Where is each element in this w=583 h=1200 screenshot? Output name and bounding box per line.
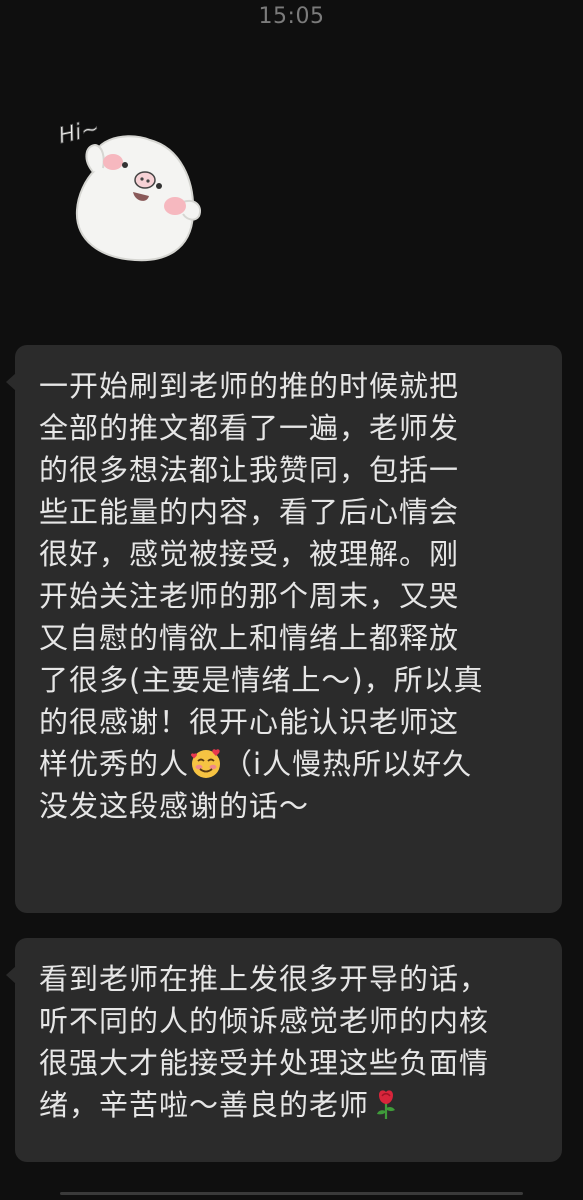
message-line: 没发这段感谢的话～: [39, 789, 310, 823]
chat-message-bubble[interactable]: 一开始刷到老师的推的时候就把 全部的推文都看了一遍，老师发 的很多想法都让我赞同…: [6, 345, 562, 913]
rose-icon: [377, 1090, 396, 1119]
message-line: 全部的推文都看了一遍，老师发: [39, 411, 460, 445]
message-line: 又自慰的情欲上和情绪上都释放: [39, 621, 460, 655]
message-line: 些正能量的内容，看了后心情会: [39, 495, 460, 529]
message-text: 绪，辛苦啦～善良的老师: [39, 1088, 370, 1122]
message-line: 很强大才能接受并处理这些负面情: [39, 1046, 490, 1080]
smiling-face-with-hearts-icon: [191, 749, 221, 778]
hi-pig-sticker[interactable]: Hi~: [55, 110, 215, 270]
message-text: （i人慢热所以好久: [223, 747, 473, 781]
message-text: 样优秀的人: [39, 747, 190, 781]
message-line: 很好，感觉被接受，被理解。刚: [39, 537, 460, 571]
message-line: 看到老师在推上发很多开导的话，: [39, 962, 490, 996]
message-line: 开始关注老师的那个周末，又哭: [39, 579, 460, 613]
message-line: 绪，辛苦啦～善良的老师: [39, 1084, 542, 1126]
message-line: 的很多想法都让我赞同，包括一: [39, 453, 460, 487]
message-line: 听不同的人的倾诉感觉老师的内核: [39, 1004, 490, 1038]
message-line: 一开始刷到老师的推的时候就把: [39, 369, 460, 403]
home-indicator: [60, 1192, 523, 1195]
message-line: 的很感谢！很开心能认识老师这: [39, 705, 460, 739]
message-timestamp: 15:05: [258, 4, 325, 29]
chat-message-bubble[interactable]: 看到老师在推上发很多开导的话， 听不同的人的倾诉感觉老师的内核 很强大才能接受并…: [6, 938, 562, 1162]
message-line: 了很多(主要是情绪上～)，所以真: [39, 663, 484, 697]
message-line: 样优秀的人 （i人慢热所以好久: [39, 743, 542, 785]
